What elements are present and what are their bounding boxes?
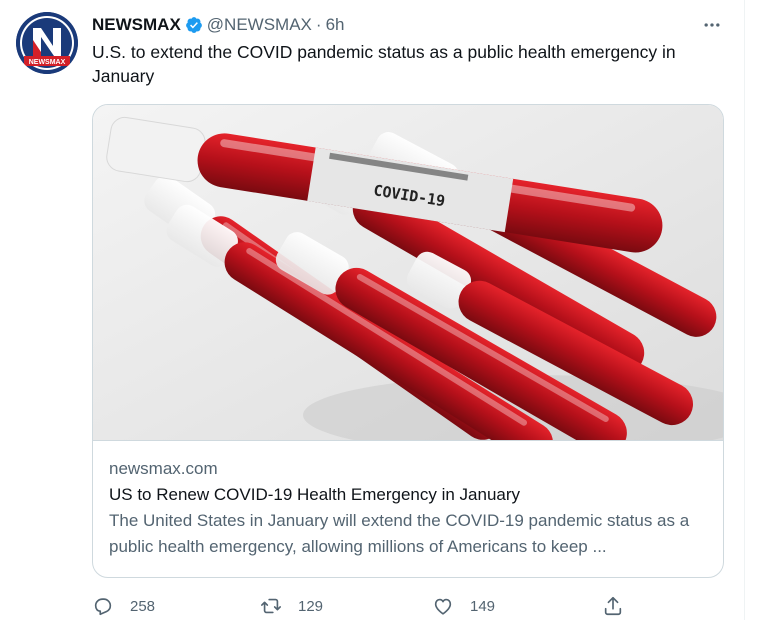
verified-badge-icon xyxy=(185,17,202,33)
card-image[interactable]: COVID-19 xyxy=(93,105,723,441)
tweet-header: NEWSMAX @NEWSMAX · 6h xyxy=(92,14,344,36)
reply-count: 258 xyxy=(130,597,156,615)
retweet-button[interactable]: 129 xyxy=(260,592,323,620)
separator: · xyxy=(315,15,322,34)
card-title: US to Renew COVID-19 Health Emergency in… xyxy=(109,485,521,504)
share-button[interactable] xyxy=(602,592,624,620)
link-card[interactable]: COVID-19 newsmax.com US to Renew COVID-1… xyxy=(92,104,724,578)
tweet[interactable]: NEWSMAX NEWSMAX @NEWSMAX · 6h U.S. to ex… xyxy=(0,0,744,620)
timestamp[interactable]: 6h xyxy=(326,15,345,35)
reply-button[interactable]: 258 xyxy=(92,592,155,620)
retweet-count: 129 xyxy=(298,597,324,615)
newsmax-logo: NEWSMAX xyxy=(16,12,78,74)
handle[interactable]: @NEWSMAX xyxy=(207,15,312,35)
tweet-actions: 258 129 149 xyxy=(92,592,632,620)
display-name[interactable]: NEWSMAX xyxy=(92,15,181,35)
more-button[interactable] xyxy=(700,14,724,36)
card-domain: newsmax.com xyxy=(109,459,218,478)
scroll-gutter xyxy=(744,0,766,620)
retweet-icon xyxy=(261,598,281,614)
card-description: The United States in January will extend… xyxy=(109,511,690,556)
avatar[interactable]: NEWSMAX xyxy=(16,12,78,74)
share-icon xyxy=(604,596,622,616)
more-icon xyxy=(704,23,720,27)
like-count: 149 xyxy=(470,597,496,615)
like-button[interactable]: 149 xyxy=(432,592,495,620)
like-icon xyxy=(434,598,452,615)
reply-icon xyxy=(94,598,112,616)
svg-text:NEWSMAX: NEWSMAX xyxy=(29,59,66,66)
blood-tubes-image: COVID-19 xyxy=(93,105,723,440)
card-body[interactable]: newsmax.com US to Renew COVID-19 Health … xyxy=(109,457,709,560)
tweet-text: U.S. to extend the COVID pandemic status… xyxy=(92,42,676,86)
